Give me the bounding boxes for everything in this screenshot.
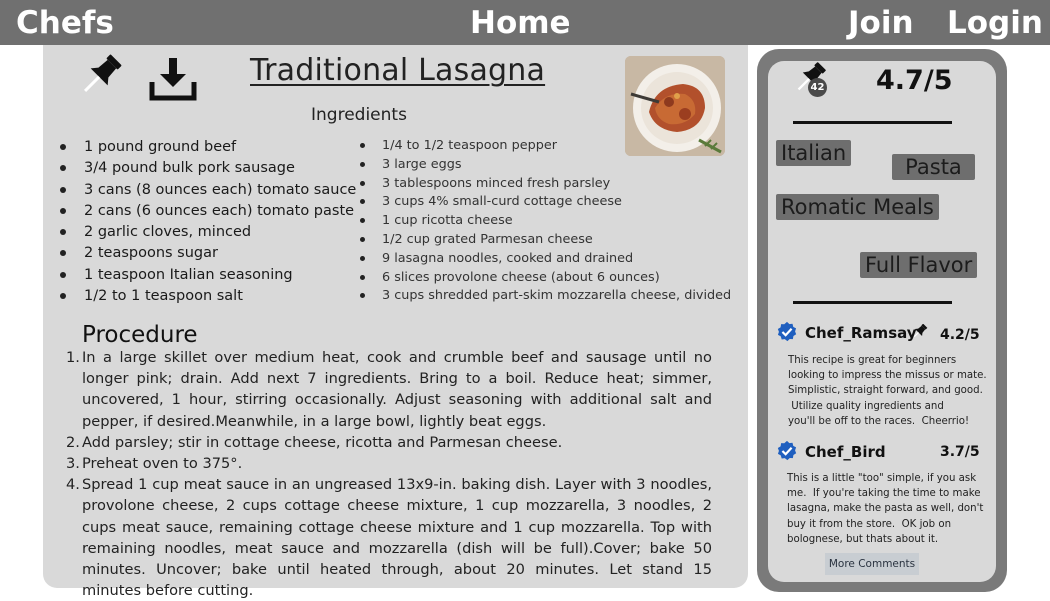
ingredient-item: 1 pound ground beef bbox=[60, 137, 356, 158]
ingredient-item: 9 lasagna noodles, cooked and drained bbox=[360, 250, 731, 269]
step-number: 2. bbox=[66, 433, 80, 451]
procedure-steps: 1. In a large skillet over medium heat, c… bbox=[60, 347, 712, 601]
ingredients-list-left: 1 pound ground beef 3/4 pound bulk pork … bbox=[60, 137, 356, 307]
ingredient-item: 2 garlic cloves, minced bbox=[60, 222, 356, 243]
verified-badge-icon bbox=[777, 440, 797, 461]
sidebar-divider bbox=[793, 121, 952, 124]
ingredient-item: 3 large eggs bbox=[360, 156, 731, 175]
ingredient-item: 3 cans (8 ounces each) tomato sauce bbox=[60, 180, 356, 201]
ingredient-item: 1 teaspoon Italian seasoning bbox=[60, 265, 356, 286]
download-icon bbox=[149, 58, 197, 101]
ingredient-item: 2 cans (6 ounces each) tomato paste bbox=[60, 201, 356, 222]
comment-line: looking to impress the missus or mate. bbox=[788, 370, 987, 382]
step-number: 4. bbox=[66, 476, 80, 494]
comment-line: This is a little "too" simple, if you as… bbox=[787, 473, 977, 484]
comment-line: Utilize quality ingredients and bbox=[788, 400, 944, 412]
comment-line: lasagna, make the pasta as well, don't bbox=[787, 503, 984, 515]
pushpin-icon bbox=[913, 324, 928, 338]
ingredients-list-right: 1/4 to 1/2 teaspoon pepper 3 large eggs … bbox=[360, 137, 731, 306]
review-chef-name[interactable]: Chef_Ramsay bbox=[805, 323, 917, 343]
ingredient-item: 1/2 to 1 teaspoon salt bbox=[60, 286, 356, 307]
comment-line: me. If you're taking the time to make bbox=[787, 488, 981, 500]
ingredient-item: 1/4 to 1/2 teaspoon pepper bbox=[360, 137, 731, 156]
ingredient-item: 3 cups 4% small-curd cottage cheese bbox=[360, 193, 731, 212]
comment-line: you'll be off to the races. Cheerrio! bbox=[788, 415, 970, 427]
nav-login-link[interactable]: Login bbox=[947, 3, 1043, 43]
comment-line: Simplistic, straight forward, and good. bbox=[788, 385, 983, 397]
ingredient-item: 6 slices provolone cheese (about 6 ounce… bbox=[360, 269, 731, 288]
sidebar-divider bbox=[793, 301, 952, 304]
download-button[interactable] bbox=[148, 56, 200, 102]
ingredient-item: 3 tablespoons minced fresh parsley bbox=[360, 175, 731, 194]
review-rating: 4.2/5 bbox=[940, 327, 980, 343]
top-nav-bar: Chefs Home Join Login bbox=[0, 0, 1050, 45]
ingredient-item: 1/2 cup grated Parmesan cheese bbox=[360, 231, 731, 250]
review-comment: This is a little "too" simple, if you as… bbox=[787, 471, 983, 547]
step-number: 3. bbox=[66, 455, 80, 473]
step-number: 1. bbox=[66, 349, 80, 366]
procedure-step: 1. In a large skillet over medium heat, c… bbox=[60, 347, 712, 432]
tag-full-flavor[interactable]: Full Flavor bbox=[860, 252, 978, 278]
comment-line: This recipe is great for beginners bbox=[788, 355, 957, 366]
pushpin-icon bbox=[83, 54, 122, 93]
nav-join-link[interactable]: Join bbox=[848, 3, 914, 43]
tag-pasta[interactable]: Pasta bbox=[892, 154, 975, 180]
step-text: In a large skillet over medium heat, coo… bbox=[82, 349, 712, 430]
overall-rating: 4.7/5 bbox=[876, 65, 953, 96]
procedure-step: 3. Preheat oven to 375°. bbox=[60, 453, 712, 474]
nav-chefs-link[interactable]: Chefs bbox=[16, 3, 114, 43]
step-text: Add parsley; stir in cottage cheese, ric… bbox=[82, 433, 563, 451]
step-text: Spread 1 cup meat sauce in an ungreased … bbox=[82, 476, 712, 600]
review-comment: This recipe is great for beginners looki… bbox=[788, 353, 987, 429]
comment-line: buy it from the store. OK job on bbox=[787, 518, 952, 530]
procedure-heading: Procedure bbox=[82, 322, 198, 348]
step-text: Preheat oven to 375°. bbox=[82, 455, 243, 473]
comment-line: bolognese, but thats about it. bbox=[787, 533, 939, 545]
ingredient-item: 1 cup ricotta cheese bbox=[360, 212, 731, 231]
ingredient-item: 3/4 pound bulk pork sausage bbox=[60, 158, 356, 179]
ingredient-item: 3 cups shredded part-skim mozzarella che… bbox=[360, 287, 731, 306]
recipe-title: Traditional Lasagna bbox=[250, 53, 546, 88]
review-rating: 3.7/5 bbox=[940, 444, 980, 460]
review-chef-name[interactable]: Chef_Bird bbox=[805, 442, 886, 462]
procedure-step: 4. Spread 1 cup meat sauce in an ungrease… bbox=[60, 474, 712, 601]
ingredients-heading: Ingredients bbox=[311, 105, 407, 125]
verified-badge-icon bbox=[777, 321, 797, 342]
tag-italian[interactable]: Italian bbox=[776, 140, 852, 166]
ingredient-item: 2 teaspoons sugar bbox=[60, 243, 356, 264]
nav-home-link[interactable]: Home bbox=[470, 3, 571, 43]
pin-count-badge: 42 bbox=[808, 78, 827, 97]
tag-romatic-meals[interactable]: Romatic Meals bbox=[776, 194, 939, 220]
pin-button[interactable] bbox=[74, 52, 126, 102]
more-comments-button[interactable]: More Comments bbox=[825, 553, 919, 575]
procedure-step: 2. Add parsley; stir in cottage cheese, … bbox=[60, 432, 712, 453]
